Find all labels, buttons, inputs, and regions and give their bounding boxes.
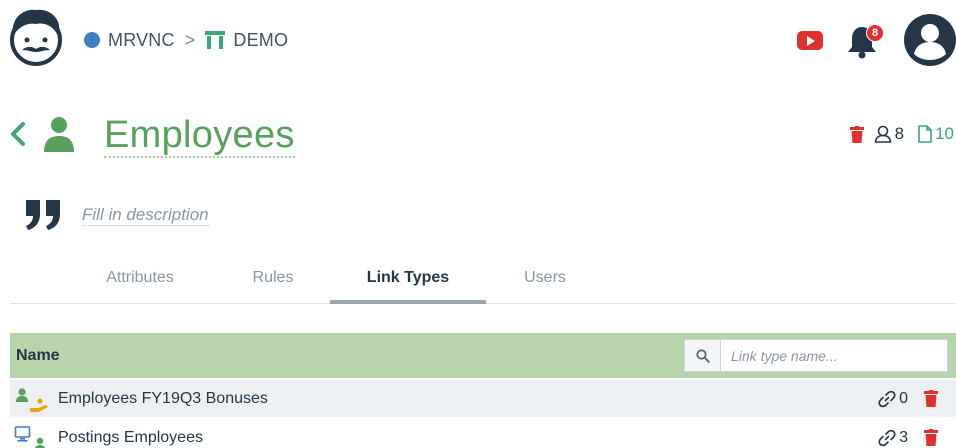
row-meta: 3: [878, 429, 938, 447]
notification-badge: 8: [866, 24, 884, 42]
table-row[interactable]: Employees FY19Q3 Bonuses 0: [10, 380, 956, 418]
user-avatar-icon[interactable]: [904, 14, 956, 66]
breadcrumb-project[interactable]: DEMO: [233, 30, 288, 51]
collection-tabs: Attributes Rules Link Types Users: [10, 262, 956, 304]
link-type-search: [684, 339, 948, 372]
tab-link-types[interactable]: Link Types: [330, 262, 486, 304]
delete-row-icon[interactable]: [924, 390, 938, 407]
delete-row-icon[interactable]: [924, 429, 938, 446]
tab-rules[interactable]: Rules: [238, 262, 308, 304]
link-count: 0: [899, 389, 908, 407]
documents-count: 10: [935, 124, 954, 143]
collection-user-icon[interactable]: [42, 116, 76, 154]
link-type-icons: [14, 425, 46, 448]
link-icon: [878, 429, 896, 446]
members-icon[interactable]: [874, 125, 892, 143]
row-meta: 0: [878, 390, 938, 408]
monitor-icon: [14, 425, 31, 442]
members-count: 8: [894, 124, 905, 143]
back-chevron-icon[interactable]: [8, 120, 28, 148]
app-logo-avatar[interactable]: [8, 6, 64, 66]
delete-collection-icon[interactable]: [849, 125, 864, 143]
description-field[interactable]: Fill in description: [82, 205, 209, 226]
breadcrumb-organization[interactable]: MRVNC: [108, 30, 175, 51]
collection-title[interactable]: Employees: [104, 114, 295, 158]
tab-users[interactable]: Users: [510, 262, 580, 304]
quote-icon: [26, 200, 60, 230]
youtube-icon[interactable]: [797, 31, 823, 50]
user-icon: [16, 387, 28, 402]
link-type-icons: [16, 387, 48, 412]
link-type-name[interactable]: Postings Employees: [58, 429, 203, 447]
link-type-name[interactable]: Employees FY19Q3 Bonuses: [58, 390, 268, 408]
link-types-table-header: Name: [10, 333, 956, 378]
documents-icon[interactable]: [918, 125, 932, 143]
table-row[interactable]: Postings Employees 3: [10, 419, 956, 448]
project-icon: [205, 31, 226, 49]
hand-coin-icon: [30, 397, 48, 412]
collection-actions: 8 10: [849, 124, 954, 144]
breadcrumb-separator: >: [184, 29, 196, 50]
tab-attributes[interactable]: Attributes: [90, 262, 190, 304]
user-icon: [34, 437, 46, 448]
link-icon: [878, 390, 896, 407]
organization-icon: [84, 32, 100, 48]
link-type-search-input[interactable]: [721, 340, 947, 371]
column-header-name[interactable]: Name: [16, 347, 60, 365]
search-icon[interactable]: [685, 340, 721, 371]
link-count: 3: [899, 428, 908, 446]
breadcrumb: MRVNC > DEMO: [84, 28, 288, 52]
